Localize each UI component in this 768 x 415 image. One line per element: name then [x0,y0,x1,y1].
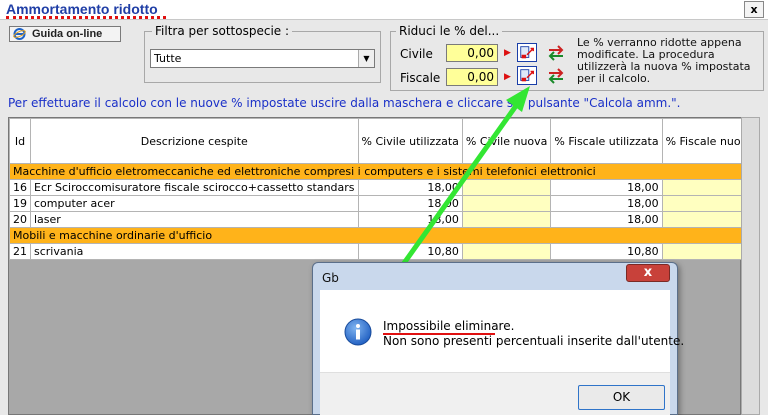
civile-label: Civile [400,47,433,61]
column-header-fiscale-used: % Fiscale utilizzata [550,118,663,164]
table-row[interactable]: 21 scrivania 10,80 10,80 [9,243,758,260]
fiscale-label: Fiscale [400,71,441,85]
cell-fiscale-used: 18,00 [550,179,663,196]
column-header-civile-new: % Civile nuova [461,118,552,164]
cell-fiscale-used: 18,00 [550,211,663,228]
assets-table: Id Descrizione cespite % Civile utilizza… [9,118,758,260]
instruction-text: Per effettuare il calcolo con le nuove %… [8,96,681,110]
guida-online-button[interactable]: Guida on-line [9,26,121,42]
dropdown-arrow-icon[interactable]: ▼ [358,50,374,67]
reduction-note: Le % verranno ridotte appena modificate.… [577,36,751,85]
title-underline-decoration [6,16,166,19]
cell-civile-used: 10,80 [357,243,463,260]
dialog-title: Gb [322,271,339,285]
table-row[interactable]: 20 laser 18,00 18,00 [9,211,758,228]
table-row[interactable]: 19 computer acer 18,00 18,00 [9,195,758,212]
category-label: Mobili e macchine ordinarie d'ufficio [9,227,758,244]
cell-civile-used: 18,00 [357,195,463,212]
filter-label: Filtra per sottospecie : [152,24,293,38]
column-header-id: Id [9,118,31,164]
ok-button[interactable]: OK [578,385,665,410]
table-header-row: Id Descrizione cespite % Civile utilizza… [9,118,758,164]
dialog-message-body: Non sono presenti percentuali inserite d… [383,334,685,348]
category-label: Macchine d'ufficio eletromeccaniche ed e… [9,163,758,180]
column-header-description: Descrizione cespite [30,118,359,164]
dialog-message-title: Impossibile eliminare. [383,319,515,333]
red-pointer-icon: ▶ [504,48,511,58]
subspecies-filter-select[interactable]: Tutte [150,49,375,68]
column-header-civile-used: % Civile utilizzata [357,118,463,164]
cell-civile-new[interactable] [461,179,552,196]
cell-id: 21 [9,243,31,260]
fiscale-percent-input[interactable]: 0,00 [446,68,498,86]
cell-fiscale-used: 10,80 [550,243,663,260]
window-title: Ammortamento ridotto [6,1,158,17]
table-row[interactable]: 16 Ecr Sciroccomisuratore fiscale sciroc… [9,179,758,196]
swap-arrows-icon[interactable] [546,44,566,62]
category-row: Macchine d'ufficio eletromeccaniche ed e… [9,163,758,180]
info-icon [344,318,372,346]
civile-percent-input[interactable]: 0,00 [446,44,498,62]
red-pointer-icon: ▶ [504,72,511,82]
cell-civile-used: 18,00 [357,179,463,196]
guida-online-label: Guida on-line [32,28,103,40]
swap-arrows-icon[interactable] [546,67,566,85]
reduce-label: Riduci le % del... [396,24,503,38]
cell-description: computer acer [30,195,359,212]
cell-civile-used: 18,00 [357,211,463,228]
close-window-button[interactable]: x [744,1,764,18]
cell-civile-new[interactable] [461,195,552,212]
apply-civile-reduction-icon[interactable] [517,43,537,62]
cell-fiscale-used: 18,00 [550,195,663,212]
cell-id: 16 [9,179,31,196]
category-row: Mobili e macchine ordinarie d'ufficio [9,227,758,244]
apply-fiscale-reduction-icon[interactable] [517,66,537,85]
dialog-close-button[interactable]: x [626,264,670,282]
cell-civile-new[interactable] [461,211,552,228]
cell-description: Ecr Sciroccomisuratore fiscale scirocco+… [30,179,359,196]
cell-id: 19 [9,195,31,212]
vertical-scrollbar[interactable] [741,117,760,415]
cell-description: laser [30,211,359,228]
internet-explorer-icon [13,28,26,40]
cell-id: 20 [9,211,31,228]
cell-description: scrivania [30,243,359,260]
cell-civile-new[interactable] [461,243,552,260]
